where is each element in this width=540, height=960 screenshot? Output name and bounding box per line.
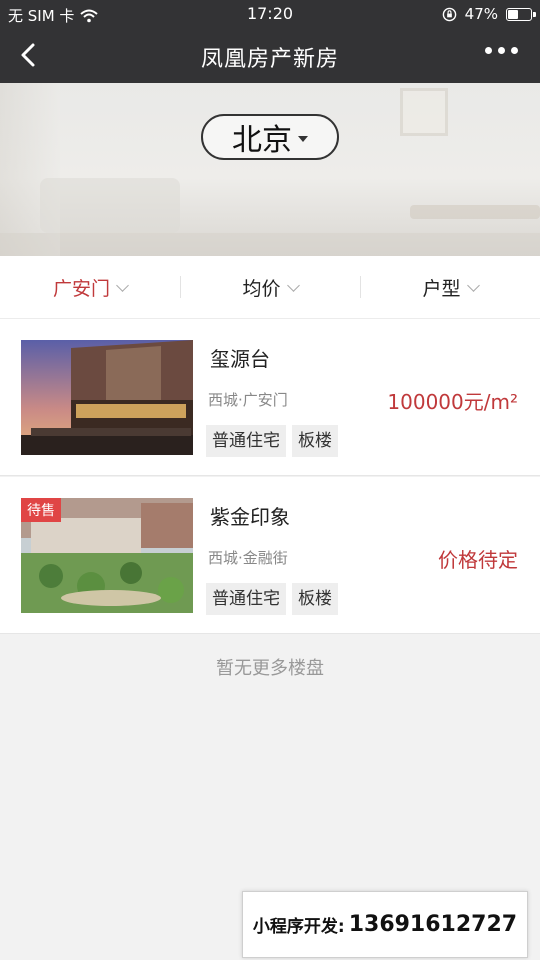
page-title: 凤凰房产新房 [200,47,339,72]
listing-badge: 待售 [21,498,61,522]
listing-price: 100000元/m² [387,390,518,414]
listing-tag: 普通住宅 [206,583,286,615]
top-bar: 无 SIM 卡 17:20 47% 凤凰房产新房 [0,0,540,83]
chevron-down-icon [286,278,300,292]
listing-location: 西城·金融街 [208,549,288,567]
orientation-lock-icon [442,7,456,21]
nav-bar: 凤凰房产新房 [0,28,540,83]
listing-name: 玺源台 [210,347,270,371]
battery-icon [506,7,536,21]
more-menu-button[interactable] [485,47,518,54]
listing-tags: 普通住宅 板楼 [206,583,338,615]
caret-down-icon [298,136,308,142]
filter-price-label: 均价 [242,278,281,300]
listing-tags: 普通住宅 板楼 [206,425,338,457]
listing-tag: 板楼 [292,425,338,457]
filter-area[interactable]: 广安门 [0,256,180,319]
filter-layout-label: 户型 [422,278,461,300]
developer-phone: 13691612727 [348,912,518,937]
filter-area-label: 广安门 [52,278,110,300]
listing-card[interactable]: 玺源台 西城·广安门 100000元/m² 普通住宅 板楼 [0,319,540,476]
more-dot-icon [498,47,505,54]
hero-banner: 北京 [0,83,540,256]
listing-card[interactable]: 待售 紫金印象 西城·金融街 价格待定 普通住宅 板楼 [0,477,540,634]
hero-decor-sofa [40,178,180,233]
status-bar: 无 SIM 卡 17:20 47% [0,0,540,28]
developer-contact-box: 小程序开发: 13691612727 [242,891,528,958]
developer-label: 小程序开发: [252,917,345,937]
city-selector[interactable]: 北京 [201,114,339,160]
filter-layout[interactable]: 户型 [360,256,540,319]
hero-decor-frame [400,88,448,136]
hero-decor-table [410,205,540,219]
chevron-down-icon [466,278,480,292]
hero-decor-floor [0,233,540,256]
listing-price: 价格待定 [438,548,518,572]
more-dot-icon [485,47,492,54]
listing-tag: 普通住宅 [206,425,286,457]
city-label: 北京 [232,123,292,158]
no-more-listings-text: 暂无更多楼盘 [216,658,324,679]
battery-percent: 47% [464,5,498,23]
filter-bar: 广安门 均价 户型 [0,256,540,319]
chevron-down-icon [116,278,129,292]
listing-photo: 待售 [21,498,193,613]
listing-photo [21,340,193,455]
listing-tag: 板楼 [292,583,338,615]
filter-price[interactable]: 均价 [180,256,360,319]
listing-name: 紫金印象 [210,505,290,529]
listing-location: 西城·广安门 [208,391,288,409]
more-dot-icon [511,47,518,54]
